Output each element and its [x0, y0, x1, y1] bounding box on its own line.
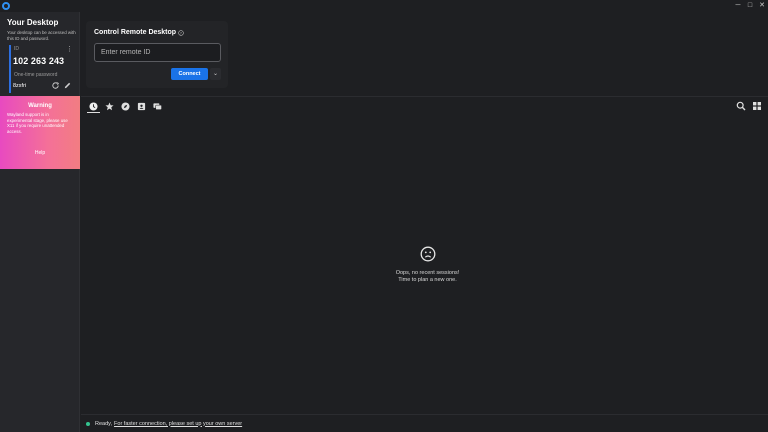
sad-face-icon [420, 246, 435, 262]
empty-message-line1: Oops, no recent sessions! [395, 270, 460, 276]
sidebar-description: Your desktop can be accessed with this I… [7, 30, 76, 41]
warning-banner: Warning Wayland support is in experiment… [0, 96, 80, 169]
help-icon[interactable]: ? [178, 30, 184, 36]
sidebar: Your Desktop Your desktop can be accesse… [0, 12, 80, 432]
connect-title: Control Remote Desktop [94, 29, 177, 36]
status-indicator-dot [86, 421, 90, 426]
window-controls: ─ □ ✕ [732, 0, 768, 12]
id-value[interactable]: 102 263 243 [13, 56, 64, 66]
tab-discovered[interactable] [120, 101, 130, 111]
connect-options-button[interactable]: ⌄ [210, 68, 221, 80]
password-section: One-time password 8zsfri [9, 71, 75, 93]
tab-address-book[interactable] [136, 101, 146, 111]
warning-title: Warning [28, 103, 52, 109]
svg-text:?: ? [180, 31, 182, 35]
refresh-icon[interactable] [51, 81, 60, 90]
close-button[interactable]: ✕ [756, 0, 768, 12]
clock-icon [88, 101, 98, 111]
pencil-icon[interactable] [63, 81, 72, 90]
empty-sessions-state: Oops, no recent sessions! Time to plan a… [340, 246, 515, 284]
compass-icon [120, 101, 130, 111]
kebab-menu-icon[interactable]: ⋮ [66, 45, 73, 53]
status-bar: Ready, For faster connection, please set… [81, 414, 768, 432]
tab-recent-sessions[interactable] [88, 101, 98, 111]
connect-button[interactable]: Connect [171, 68, 208, 80]
empty-message-line2: Time to plan a new one. [398, 277, 457, 283]
address-book-icon [137, 102, 145, 110]
title-bar: ─ □ ✕ [0, 0, 768, 12]
warning-help-link[interactable]: Help [0, 150, 80, 156]
app-logo-icon [2, 2, 10, 10]
setup-server-link[interactable]: For faster connection, please set up you… [114, 421, 242, 427]
password-label: One-time password [14, 72, 58, 78]
id-label: ID [14, 46, 19, 52]
search-icon[interactable] [736, 101, 746, 111]
warning-text: Wayland support is in experimental stage… [7, 112, 68, 134]
remote-id-input[interactable] [94, 43, 221, 62]
minimize-button[interactable]: ─ [732, 0, 744, 12]
maximize-button[interactable]: □ [744, 0, 756, 12]
tab-favorites[interactable] [104, 101, 114, 111]
password-value[interactable]: 8zsfri [13, 83, 26, 89]
peer-tabs-bar [81, 96, 768, 114]
star-icon [104, 102, 114, 110]
group-icon [152, 102, 162, 110]
control-remote-desktop-card: Control Remote Desktop ? Connect ⌄ [86, 21, 228, 88]
tab-group[interactable] [152, 101, 162, 111]
grid-view-icon[interactable] [752, 101, 762, 111]
status-ready-text: Ready, [95, 420, 113, 427]
sidebar-title: Your Desktop [7, 18, 59, 27]
selected-tab-indicator [87, 112, 100, 113]
